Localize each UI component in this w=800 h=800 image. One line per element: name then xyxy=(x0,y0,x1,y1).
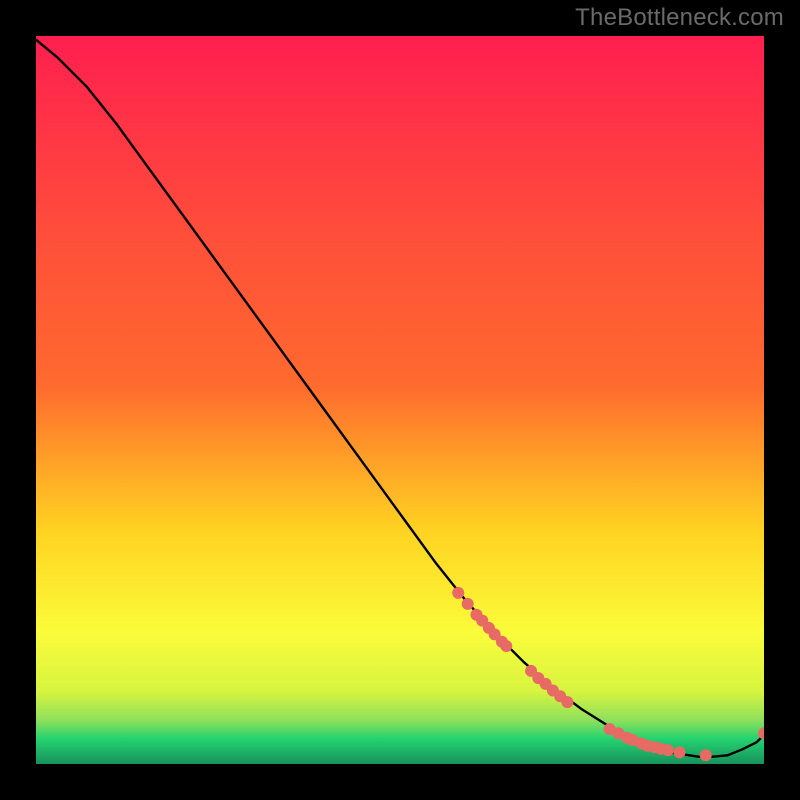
data-marker xyxy=(662,744,674,756)
data-marker xyxy=(452,587,464,599)
chart-canvas xyxy=(36,36,764,764)
data-marker xyxy=(462,598,474,610)
data-marker xyxy=(561,696,573,708)
bottleneck-heatmap-plot xyxy=(36,36,764,764)
data-marker xyxy=(700,749,712,761)
gradient-background xyxy=(36,36,764,764)
data-marker xyxy=(674,746,686,758)
watermark-text: TheBottleneck.com xyxy=(575,4,784,32)
data-marker xyxy=(500,640,512,652)
